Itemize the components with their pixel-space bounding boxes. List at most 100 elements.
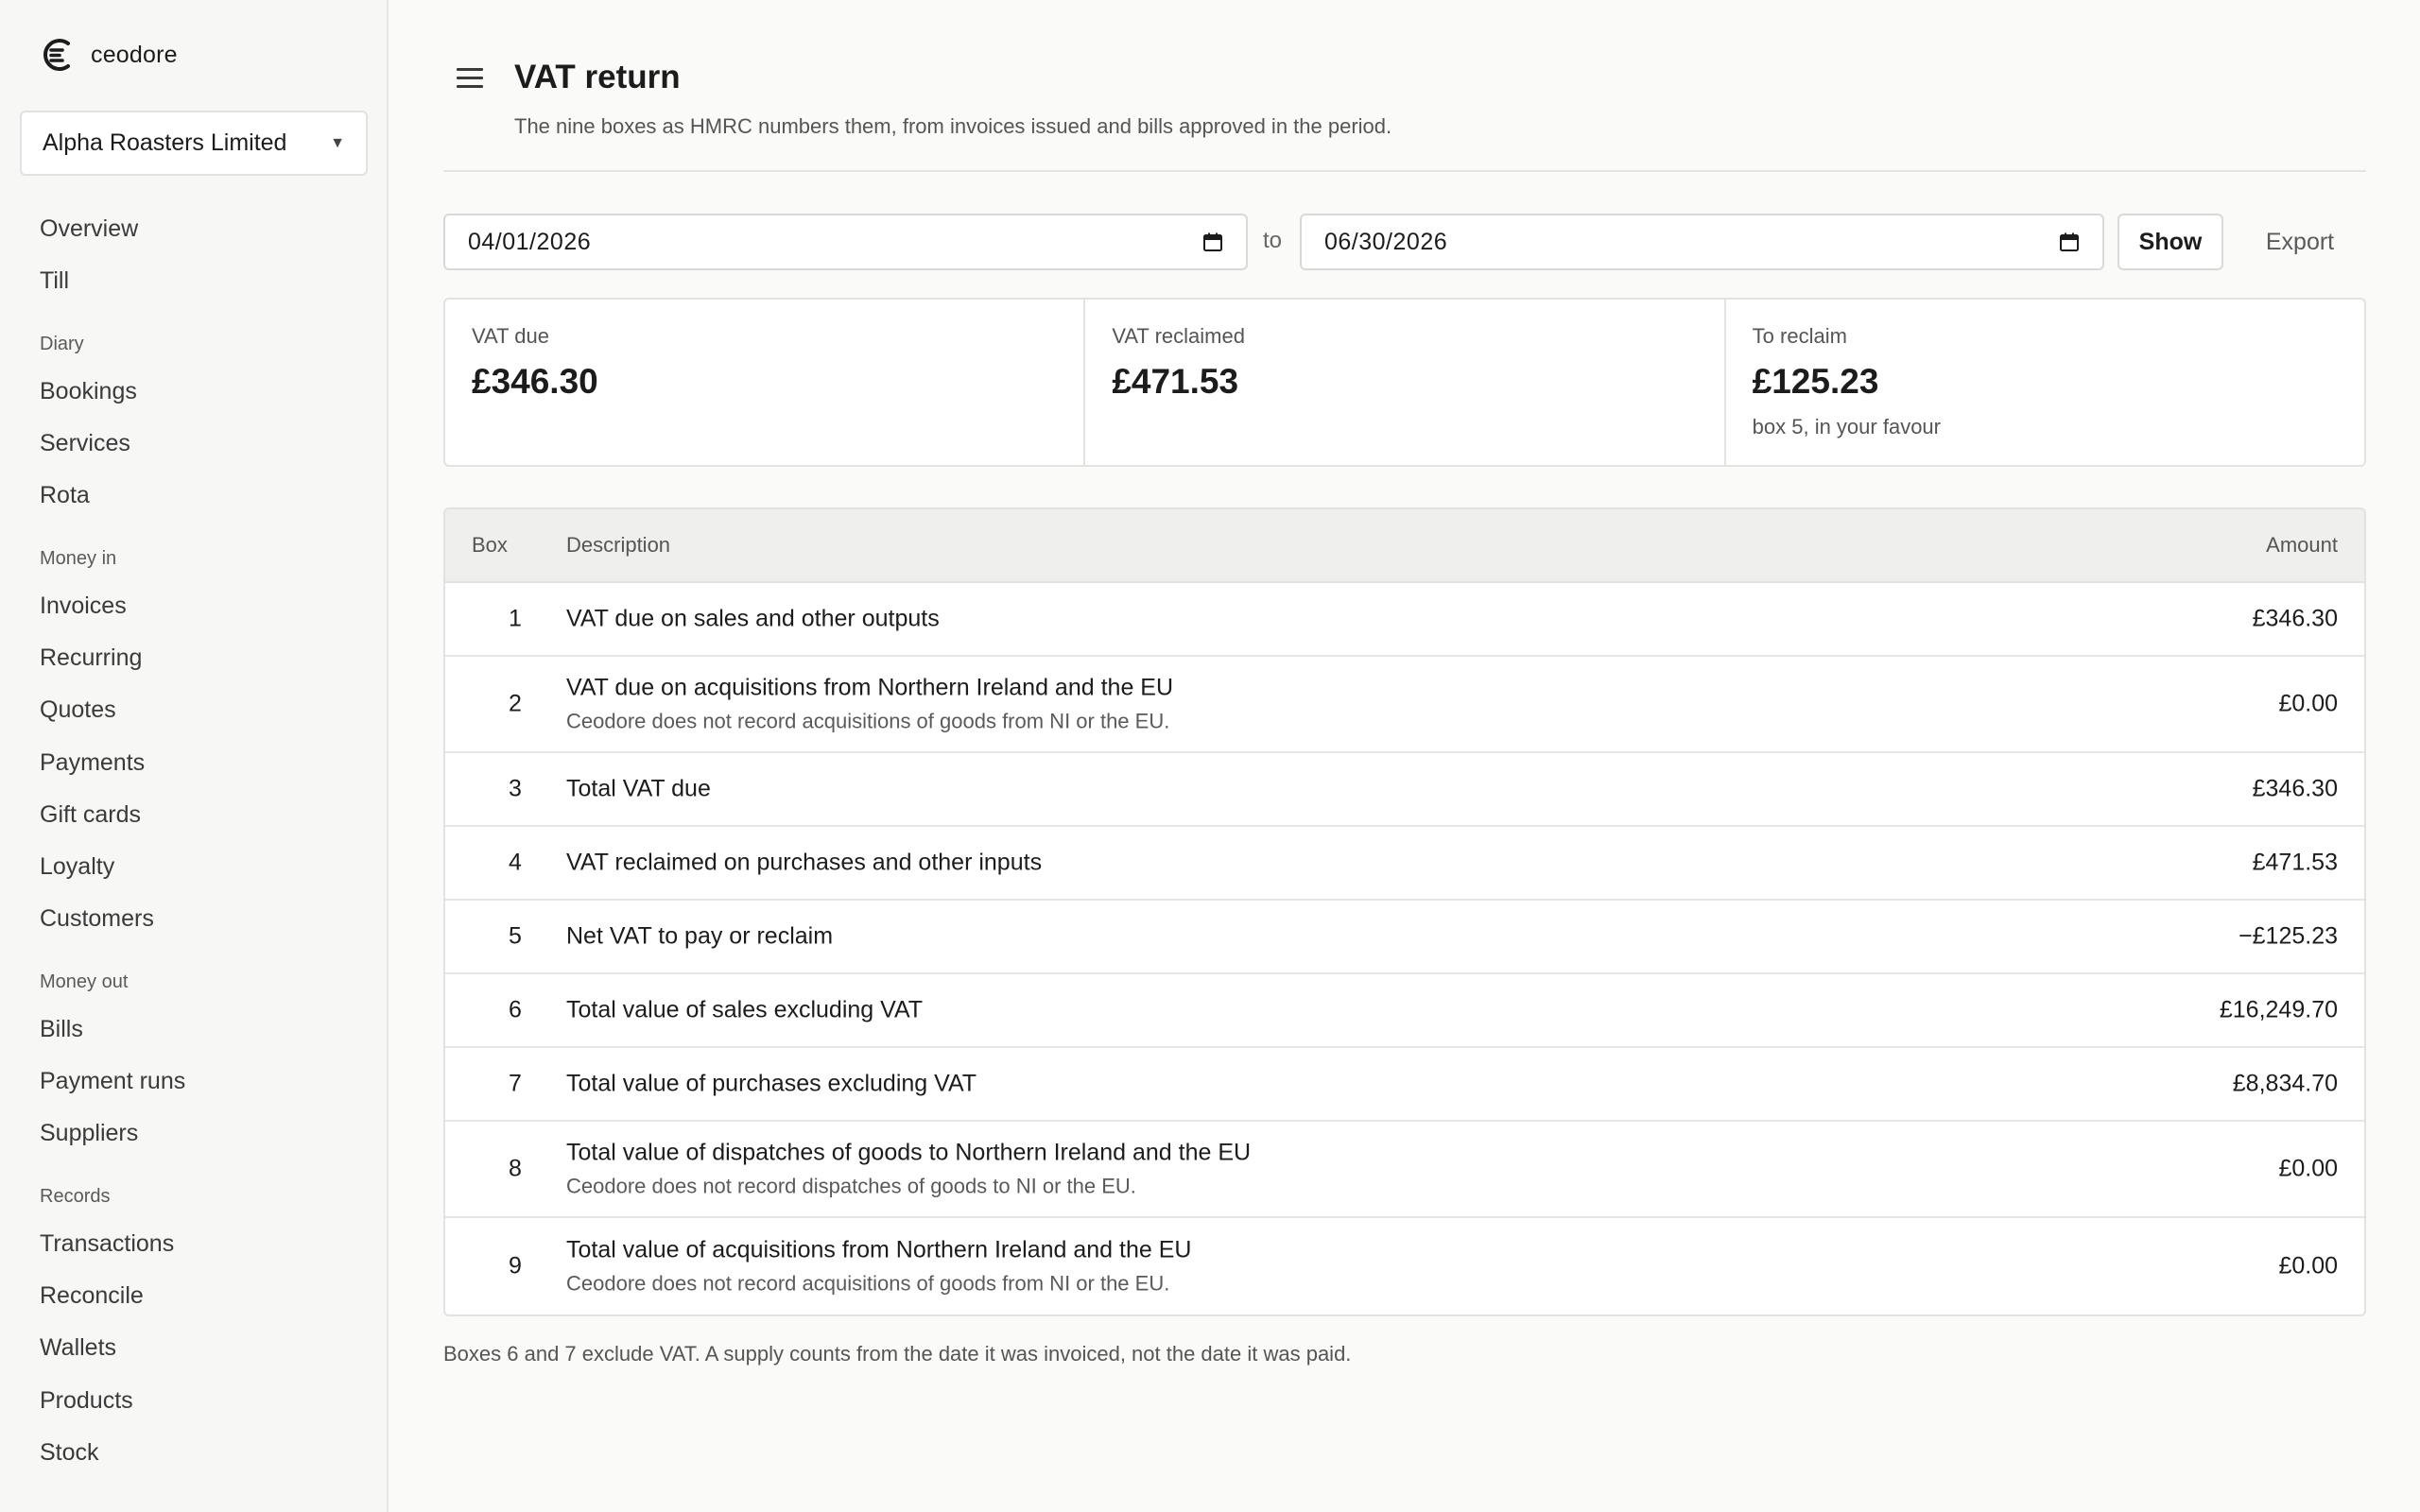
ceodore-logo-icon bbox=[43, 39, 70, 71]
sidebar-item-bookings[interactable]: Bookings bbox=[40, 377, 137, 405]
box-number: 5 bbox=[509, 922, 522, 950]
box-amount: £0.00 bbox=[2278, 1155, 2338, 1182]
box-number: 9 bbox=[509, 1252, 522, 1280]
table-row: 2 VAT due on acquisitions from Northern … bbox=[445, 657, 2364, 753]
sidebar-item-quotes[interactable]: Quotes bbox=[40, 696, 116, 724]
box-amount: −£125.23 bbox=[2238, 922, 2338, 950]
box-description: Total value of acquisitions from Norther… bbox=[566, 1236, 1192, 1263]
box-amount: £16,249.70 bbox=[2219, 996, 2338, 1023]
sidebar-item-recurring[interactable]: Recurring bbox=[40, 644, 142, 672]
brand-name: ceodore bbox=[91, 41, 178, 68]
box-amount: £346.30 bbox=[2252, 605, 2338, 632]
sidebar-item-rota[interactable]: Rota bbox=[40, 481, 90, 509]
table-row: 9 Total value of acquisitions from North… bbox=[445, 1218, 2364, 1314]
box-number: 4 bbox=[509, 849, 522, 876]
box-amount: £0.00 bbox=[2278, 690, 2338, 717]
chevron-down-icon: ▼ bbox=[330, 134, 345, 151]
column-header-box: Box bbox=[472, 533, 508, 557]
sidebar-item-payment-runs[interactable]: Payment runs bbox=[40, 1067, 185, 1095]
export-button[interactable]: Export bbox=[2243, 214, 2357, 270]
vat-reclaimed-label: VAT reclaimed bbox=[1112, 324, 1245, 348]
vat-reclaimed-card: VAT reclaimed £471.53 bbox=[1083, 300, 1723, 465]
sidebar-heading-records: Records bbox=[40, 1186, 111, 1207]
page-subtitle: The nine boxes as HMRC numbers them, fro… bbox=[514, 114, 1392, 138]
sidebar-item-loyalty[interactable]: Loyalty bbox=[40, 852, 114, 881]
show-button[interactable]: Show bbox=[2118, 214, 2223, 270]
to-reclaim-label: To reclaim bbox=[1752, 324, 1847, 348]
sidebar-heading-diary: Diary bbox=[40, 334, 84, 354]
box-number: 7 bbox=[509, 1070, 522, 1097]
sidebar-item-till[interactable]: Till bbox=[40, 266, 69, 295]
to-reclaim-note: box 5, in your favour bbox=[1752, 415, 1941, 438]
sidebar-item-wallets[interactable]: Wallets bbox=[40, 1333, 116, 1362]
box-description: Total value of dispatches of goods to No… bbox=[566, 1139, 1252, 1166]
table-row: 5 Net VAT to pay or reclaim −£125.23 bbox=[445, 901, 2364, 974]
brand[interactable]: ceodore bbox=[40, 36, 178, 74]
box-number: 8 bbox=[509, 1155, 522, 1182]
sidebar-item-customers[interactable]: Customers bbox=[40, 904, 154, 933]
box-amount: £471.53 bbox=[2252, 849, 2338, 876]
sidebar-item-reconcile[interactable]: Reconcile bbox=[40, 1281, 144, 1310]
header-divider bbox=[443, 170, 2366, 172]
box-description: VAT due on sales and other outputs bbox=[566, 605, 940, 632]
sidebar-item-payments[interactable]: Payments bbox=[40, 748, 145, 777]
sidebar-item-stock[interactable]: Stock bbox=[40, 1438, 99, 1467]
box-amount: £346.30 bbox=[2252, 775, 2338, 802]
table-row: 1 VAT due on sales and other outputs £34… bbox=[445, 583, 2364, 657]
box-note: Ceodore does not record dispatches of go… bbox=[566, 1174, 1136, 1198]
from-date-input[interactable]: 04/01/2026 bbox=[443, 214, 1248, 270]
from-date-value: 04/01/2026 bbox=[468, 228, 592, 255]
vat-due-label: VAT due bbox=[472, 324, 549, 348]
organisation-select[interactable]: Alpha Roasters Limited ▼ bbox=[20, 111, 368, 176]
main-content: VAT return The nine boxes as HMRC number… bbox=[390, 0, 2420, 1512]
box-amount: £0.00 bbox=[2278, 1252, 2338, 1280]
column-header-amount: Amount bbox=[2266, 533, 2338, 557]
box-description: Net VAT to pay or reclaim bbox=[566, 922, 834, 950]
box-note: Ceodore does not record acquisitions of … bbox=[566, 709, 1170, 733]
to-date-value: 06/30/2026 bbox=[1324, 228, 1448, 255]
table-row: 6 Total value of sales excluding VAT £16… bbox=[445, 974, 2364, 1048]
sidebar-heading-money-in: Money in bbox=[40, 548, 117, 569]
vat-summary: VAT due £346.30 VAT reclaimed £471.53 To… bbox=[443, 298, 2366, 467]
column-header-description: Description bbox=[566, 533, 671, 557]
box-number: 3 bbox=[509, 775, 522, 802]
table-row: 7 Total value of purchases excluding VAT… bbox=[445, 1048, 2364, 1122]
table-row: 4 VAT reclaimed on purchases and other i… bbox=[445, 827, 2364, 901]
sidebar-item-products[interactable]: Products bbox=[40, 1386, 133, 1415]
sidebar-item-overview[interactable]: Overview bbox=[40, 215, 138, 243]
sidebar: ceodore Alpha Roasters Limited ▼ Overvie… bbox=[0, 0, 389, 1512]
box-number: 2 bbox=[509, 690, 522, 717]
sidebar-item-bills[interactable]: Bills bbox=[40, 1015, 83, 1043]
box-description: VAT reclaimed on purchases and other inp… bbox=[566, 849, 1043, 876]
table-header: Box Description Amount bbox=[445, 509, 2364, 583]
vat-due-card: VAT due £346.30 bbox=[445, 300, 1083, 465]
calendar-icon[interactable] bbox=[1202, 232, 1223, 252]
table-row: 8 Total value of dispatches of goods to … bbox=[445, 1122, 2364, 1218]
organisation-name: Alpha Roasters Limited bbox=[43, 129, 287, 156]
sidebar-item-gift-cards[interactable]: Gift cards bbox=[40, 800, 141, 829]
box-number: 6 bbox=[509, 996, 522, 1023]
calendar-icon[interactable] bbox=[2059, 232, 2080, 252]
table-row: 3 Total VAT due £346.30 bbox=[445, 753, 2364, 827]
box-description: Total VAT due bbox=[566, 775, 711, 802]
to-date-input[interactable]: 06/30/2026 bbox=[1300, 214, 2104, 270]
date-range-to-label: to bbox=[1263, 228, 1283, 253]
page-title: VAT return bbox=[514, 59, 681, 95]
sidebar-item-services[interactable]: Services bbox=[40, 429, 130, 457]
sidebar-heading-money-out: Money out bbox=[40, 971, 129, 992]
to-reclaim-value: £125.23 bbox=[1752, 362, 1879, 401]
hamburger-menu-icon[interactable] bbox=[457, 68, 483, 91]
vat-due-value: £346.30 bbox=[472, 362, 598, 401]
sidebar-item-invoices[interactable]: Invoices bbox=[40, 592, 127, 620]
sidebar-item-transactions[interactable]: Transactions bbox=[40, 1229, 174, 1258]
sidebar-item-suppliers[interactable]: Suppliers bbox=[40, 1119, 138, 1147]
to-reclaim-card: To reclaim £125.23 box 5, in your favour bbox=[1723, 300, 2364, 465]
table-footnote: Boxes 6 and 7 exclude VAT. A supply coun… bbox=[443, 1342, 1352, 1366]
vat-boxes-table: Box Description Amount 1 VAT due on sale… bbox=[443, 507, 2366, 1316]
box-note: Ceodore does not record acquisitions of … bbox=[566, 1271, 1170, 1296]
box-number: 1 bbox=[509, 605, 522, 632]
box-description: Total value of purchases excluding VAT bbox=[566, 1070, 977, 1097]
box-amount: £8,834.70 bbox=[2232, 1070, 2338, 1097]
box-description: Total value of sales excluding VAT bbox=[566, 996, 924, 1023]
vat-reclaimed-value: £471.53 bbox=[1112, 362, 1239, 401]
